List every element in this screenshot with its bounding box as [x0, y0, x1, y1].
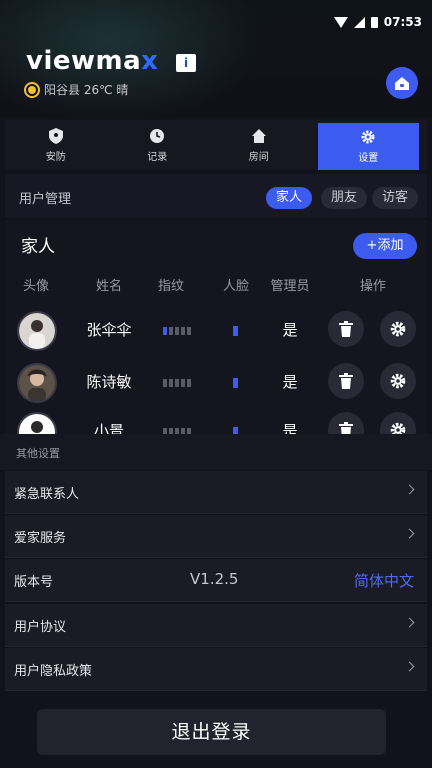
- setting-privacy-policy[interactable]: 用户隐私政策: [5, 648, 427, 691]
- setting-version: 版本号 V1.2.5 简体中文: [5, 559, 427, 602]
- admin-status: 是: [282, 373, 298, 391]
- column-header: 指纹: [157, 279, 185, 294]
- member-name: 小景: [93, 422, 124, 434]
- wifi-icon: [333, 16, 348, 28]
- status-time: 07:53: [383, 15, 422, 29]
- group-title: 家人: [21, 237, 55, 257]
- column-header: 操作: [359, 279, 387, 294]
- avatar[interactable]: [17, 311, 57, 351]
- tab-security[interactable]: 安防: [5, 120, 107, 170]
- clock-icon: [149, 128, 165, 144]
- home-button[interactable]: [386, 67, 418, 99]
- logout-button[interactable]: 退出登录: [37, 709, 386, 755]
- user-management-bar: 用户管理 家人 朋友 访客: [5, 174, 427, 218]
- column-header: 头像: [22, 279, 50, 294]
- brand-logo: viewmax: [26, 46, 158, 76]
- column-header: 管理员: [270, 279, 310, 294]
- chevron-right-icon: [404, 484, 415, 495]
- sun-icon: [28, 85, 36, 94]
- face-indicator: [233, 378, 238, 388]
- weather-info: 阳谷县 26℃ 晴: [28, 81, 128, 98]
- tab-label: 设置: [358, 153, 379, 164]
- gear-icon: [390, 373, 406, 389]
- trash-icon: [339, 321, 353, 337]
- fingerprint-indicator: [163, 327, 191, 335]
- shield-icon: [48, 127, 64, 144]
- setting-label: 紧急联系人: [14, 487, 80, 502]
- gear-icon: [360, 129, 376, 145]
- tab-settings[interactable]: 设置: [317, 123, 419, 170]
- gear-icon: [390, 321, 406, 337]
- member-name: 陈诗敏: [86, 373, 132, 391]
- home-icon: [395, 77, 409, 90]
- brand-main: viewma: [26, 46, 142, 76]
- column-header: 人脸: [222, 279, 250, 294]
- member-row: 陈诗敏 是: [5, 358, 427, 410]
- delete-button[interactable]: [328, 412, 364, 434]
- setting-label: 爱家服务: [14, 531, 67, 546]
- admin-status: 是: [282, 422, 298, 434]
- chevron-right-icon: [404, 661, 415, 672]
- avatar[interactable]: [17, 412, 57, 434]
- settings-button[interactable]: [380, 311, 416, 347]
- trash-icon: [339, 373, 353, 389]
- avatar[interactable]: [17, 363, 57, 403]
- brand-badge: i: [176, 54, 196, 72]
- weather-text: 阳谷县 26℃ 晴: [44, 83, 129, 97]
- tab-records[interactable]: 记录: [107, 120, 209, 170]
- filter-friends[interactable]: 朋友: [321, 187, 368, 209]
- other-settings-header: 其他设置: [0, 434, 432, 470]
- column-header: 姓名: [95, 279, 123, 294]
- version-value: V1.2.5: [190, 570, 239, 588]
- settings-button[interactable]: [380, 412, 416, 434]
- member-row: 小景 是: [5, 407, 427, 434]
- battery-icon: [370, 16, 378, 28]
- tab-label: 记录: [147, 151, 168, 163]
- section-title: 用户管理: [19, 192, 72, 207]
- filter-family[interactable]: 家人: [266, 187, 313, 209]
- member-name: 张伞伞: [86, 321, 132, 339]
- fingerprint-indicator: [163, 379, 191, 387]
- admin-status: 是: [282, 321, 298, 339]
- setting-label: 版本号: [14, 575, 54, 590]
- setting-label: 用户协议: [14, 620, 67, 635]
- delete-button[interactable]: [328, 311, 364, 347]
- setting-emergency-contacts[interactable]: 紧急联系人: [5, 471, 427, 514]
- language-link[interactable]: 简体中文: [354, 570, 414, 591]
- setting-home-service[interactable]: 爱家服务: [5, 515, 427, 558]
- settings-button[interactable]: [380, 363, 416, 399]
- trash-icon: [339, 422, 353, 434]
- face-indicator: [233, 326, 238, 336]
- tab-label: 安防: [45, 151, 66, 163]
- home-icon: [251, 128, 267, 144]
- add-member-button[interactable]: +添加: [353, 233, 417, 259]
- main-tabs: 安防 记录 房间 设置: [5, 120, 427, 170]
- section-title: 其他设置: [16, 447, 60, 460]
- tab-label: 房间: [248, 151, 269, 163]
- signal-icon: [353, 16, 365, 28]
- setting-label: 用户隐私政策: [14, 664, 93, 679]
- members-panel: 家人 +添加 头像 姓名 指纹 人脸 管理员 操作 张伞伞 是 陈诗敏 是 小景…: [5, 220, 427, 434]
- member-row: 张伞伞 是: [5, 306, 427, 358]
- setting-user-agreement[interactable]: 用户协议: [5, 604, 427, 647]
- status-bar: 07:53: [333, 12, 422, 32]
- gear-icon: [390, 422, 406, 434]
- chevron-right-icon: [404, 528, 415, 539]
- app-header: 07:53 viewmax i 阳谷县 26℃ 晴: [0, 0, 432, 118]
- chevron-right-icon: [404, 617, 415, 628]
- tab-rooms[interactable]: 房间: [208, 120, 310, 170]
- filter-visitors[interactable]: 访客: [372, 187, 419, 209]
- face-indicator: [233, 427, 238, 434]
- delete-button[interactable]: [328, 363, 364, 399]
- brand-x: x: [141, 46, 159, 76]
